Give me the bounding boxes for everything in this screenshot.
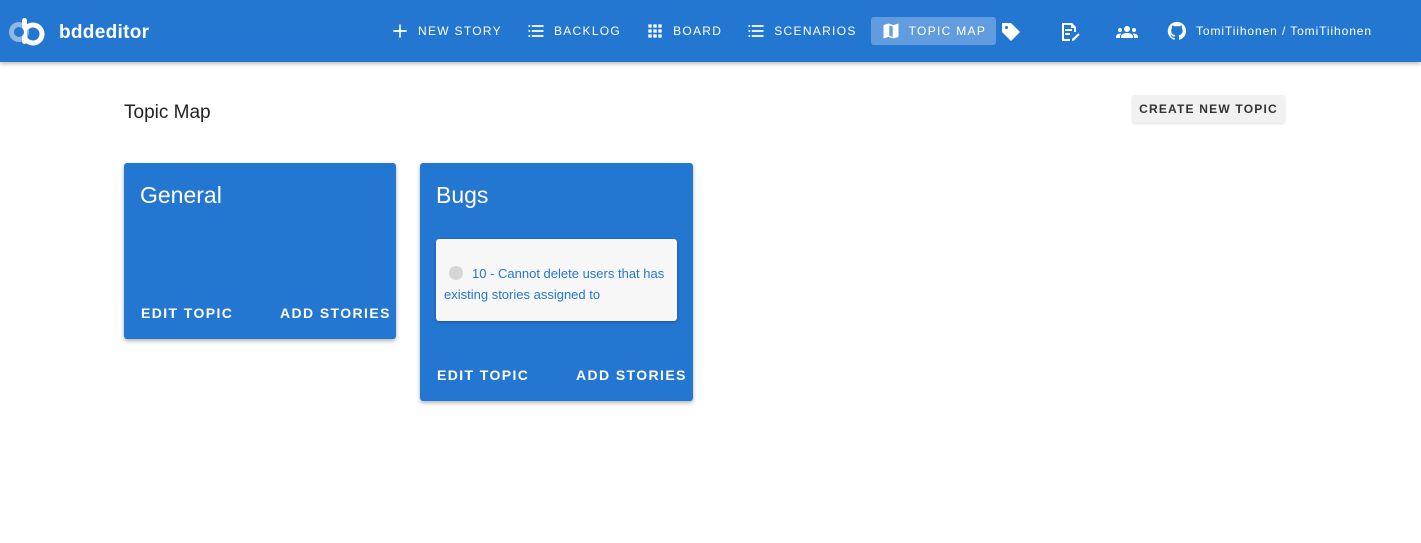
- topic-title: General: [140, 182, 222, 208]
- brand-name[interactable]: bddeditor: [59, 22, 149, 44]
- nav-new-story[interactable]: NEW STORY: [380, 17, 512, 45]
- people-icon[interactable]: [1115, 20, 1139, 44]
- create-new-topic-button[interactable]: CREATE NEW TOPIC: [1132, 95, 1285, 123]
- tag-icon[interactable]: [999, 20, 1023, 44]
- nav-backlog-label: BACKLOG: [553, 24, 622, 38]
- topic-card-general: General EDIT TOPIC ADD STORIES: [124, 163, 396, 339]
- bddeditor-logo-icon[interactable]: [7, 16, 47, 46]
- add-stories-button[interactable]: ADD STORIES: [576, 367, 687, 383]
- github-icon: [1167, 21, 1187, 40]
- add-stories-button[interactable]: ADD STORIES: [280, 305, 391, 321]
- plus-icon: [393, 24, 407, 38]
- topic-card-bugs: Bugs 10 - Cannot delete users that has e…: [420, 163, 693, 401]
- app-bar: bddeditor NEW STORY BACKLOG BOARD SCENAR…: [0, 0, 1421, 62]
- nav-new-story-label: NEW STORY: [418, 24, 502, 38]
- list-icon: [748, 25, 764, 37]
- story-status-dot: [449, 266, 463, 280]
- nav-scenarios[interactable]: SCENARIOS: [736, 17, 866, 45]
- edit-topic-button[interactable]: EDIT TOPIC: [141, 305, 233, 321]
- nav-scenarios-label: SCENARIOS: [774, 24, 857, 38]
- nav-board-label: BOARD: [673, 24, 723, 38]
- main-nav: NEW STORY BACKLOG BOARD SCENARIOS TOPIC …: [380, 17, 1000, 45]
- github-account-label: TomiTiihonen / TomiTiihonen: [1196, 24, 1372, 38]
- edit-document-icon[interactable]: [1058, 20, 1082, 44]
- story-title: 10 - Cannot delete users that has existi…: [444, 266, 665, 302]
- nav-topic-map[interactable]: TOPIC MAP: [870, 17, 997, 45]
- map-icon: [883, 23, 899, 39]
- topic-title: Bugs: [436, 182, 489, 208]
- grid-icon: [648, 24, 662, 38]
- page-title: Topic Map: [124, 102, 211, 123]
- github-account[interactable]: TomiTiihonen / TomiTiihonen: [1166, 20, 1372, 42]
- edit-topic-button[interactable]: EDIT TOPIC: [437, 367, 529, 383]
- list-icon: [528, 25, 544, 37]
- nav-backlog[interactable]: BACKLOG: [516, 17, 631, 45]
- story-card[interactable]: 10 - Cannot delete users that has existi…: [436, 239, 677, 321]
- nav-board[interactable]: BOARD: [635, 17, 732, 45]
- nav-topic-map-label: TOPIC MAP: [908, 24, 987, 38]
